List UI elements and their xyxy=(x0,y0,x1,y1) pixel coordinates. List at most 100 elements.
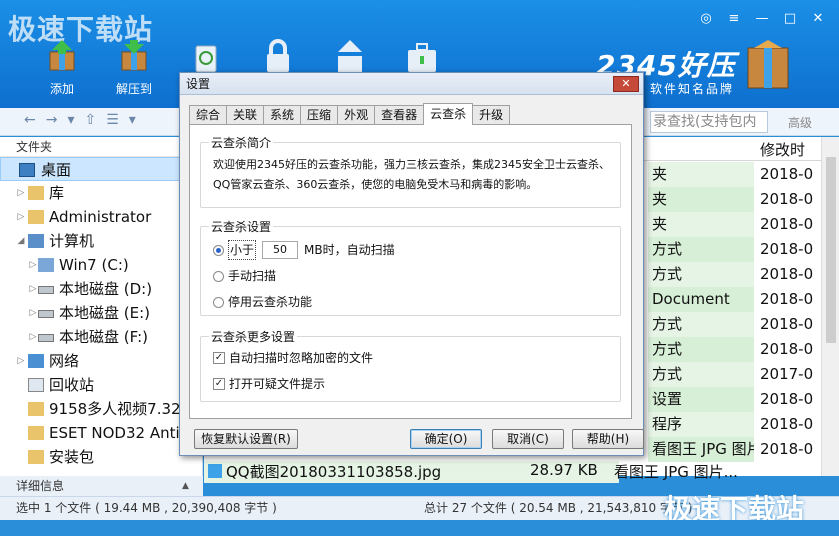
extract-button[interactable]: 解压到 xyxy=(104,12,164,100)
advanced-search-link[interactable]: 高级 xyxy=(788,114,812,131)
file-type-cell: 方式 xyxy=(648,362,754,387)
more-settings-group: 云查杀更多设置 ✓ 自动扫描时忽略加密的文件 ✓ 打开可疑文件提示 xyxy=(200,328,621,402)
minimize-button[interactable]: — xyxy=(751,10,773,28)
toolbox-icon xyxy=(408,43,436,72)
cloud-scan-panel: 云查杀简介 欢迎使用2345好压的云查杀功能，强力三核云查杀，集成2345安全卫… xyxy=(189,124,632,419)
option-ignore-encrypted[interactable]: ✓ 自动扫描时忽略加密的文件 xyxy=(213,349,373,367)
tree-item-network[interactable]: ▷ 网络 xyxy=(0,349,202,373)
tab-appearance[interactable]: 外观 xyxy=(337,105,376,125)
expand-arrow-icon[interactable]: ▷ xyxy=(28,253,38,277)
size-limit-input[interactable]: 50 xyxy=(262,241,299,259)
file-type-cell: 夹 xyxy=(648,187,754,212)
option-disable-scan[interactable]: 停用云查杀功能 xyxy=(213,293,312,311)
tree-item-computer[interactable]: ◢ 计算机 xyxy=(0,229,202,253)
app-window: 极速下载站 添加 解压到 2345好压 软件知名品牌 ◎ ≡ — □ ✕ ← →… xyxy=(0,0,839,536)
lock-icon xyxy=(267,39,289,72)
folder-tree-pane: 文件夹 桌面 ▷ 库 ▷ Administrator ◢ 计算机 ▷ Win7 … xyxy=(0,137,203,476)
tree-item-library[interactable]: ▷ 库 xyxy=(0,181,202,205)
add-button[interactable]: 添加 xyxy=(32,12,92,100)
feedback-button[interactable]: ◎ xyxy=(695,10,717,28)
disk-icon xyxy=(38,286,54,294)
forward-arrow-icon[interactable]: → xyxy=(46,112,58,128)
intro-text: 欢迎使用2345好压的云查杀功能，强力三核云查杀，集成2345安全卫士云查杀、Q… xyxy=(213,158,610,191)
view-list-icon[interactable]: ☰ xyxy=(106,112,119,128)
radio-disable-scan[interactable] xyxy=(213,296,224,308)
expand-arrow-icon[interactable]: ▷ xyxy=(28,325,38,349)
detail-toggle[interactable]: 详细信息 ▲ xyxy=(0,476,203,496)
file-date-cell: 2018-0 xyxy=(760,340,814,358)
checkbox-ignore-encrypted[interactable]: ✓ xyxy=(213,352,225,364)
help-button[interactable]: 帮助(H) xyxy=(572,429,644,449)
file-row-last[interactable]: QQ截图20180331103858.jpg 28.97 KB 看图王 JPG … xyxy=(204,461,738,483)
file-type-cell: 夹 xyxy=(648,212,754,237)
tab-viewer[interactable]: 查看器 xyxy=(374,105,425,125)
radio-manual-scan[interactable] xyxy=(213,270,224,282)
tree-item-user[interactable]: ▷ Administrator xyxy=(0,205,202,229)
tree-item-folder[interactable]: 9158多人视频7.32 xyxy=(0,397,202,421)
disk-icon xyxy=(38,310,54,318)
tree-item-recycle[interactable]: 回收站 xyxy=(0,373,202,397)
drive-icon xyxy=(38,258,54,272)
dropdown-icon[interactable]: ▾ xyxy=(67,112,74,128)
file-date-cell: 2017-0 xyxy=(760,365,814,383)
expand-arrow-icon[interactable]: ▷ xyxy=(16,181,26,205)
radio-auto-scan[interactable] xyxy=(213,244,224,256)
dialog-close-button[interactable]: ✕ xyxy=(613,76,639,92)
library-icon xyxy=(28,186,44,200)
intro-group: 云查杀简介 欢迎使用2345好压的云查杀功能，强力三核云查杀，集成2345安全卫… xyxy=(200,134,621,208)
file-date-cell: 2018-0 xyxy=(760,315,814,333)
collapse-up-icon[interactable]: ▲ xyxy=(182,476,189,496)
option-auto-scan[interactable]: 小于 50 MB时，自动扫描 xyxy=(213,240,395,260)
close-button[interactable]: ✕ xyxy=(807,10,829,28)
column-modified[interactable]: 修改时 xyxy=(760,139,805,160)
collapse-arrow-icon[interactable]: ◢ xyxy=(16,229,26,253)
add-archive-icon xyxy=(49,40,75,71)
tree-item-drive-e[interactable]: ▷ 本地磁盘 (E:) xyxy=(0,301,202,325)
up-folder-icon[interactable]: ⇧ xyxy=(85,112,97,128)
tab-general[interactable]: 综合 xyxy=(189,105,228,125)
checkbox-suspicious-tip[interactable]: ✓ xyxy=(213,378,225,390)
expand-arrow-icon[interactable]: ▷ xyxy=(16,205,26,229)
image-file-icon xyxy=(208,464,222,478)
file-date-cell: 2018-0 xyxy=(760,165,814,183)
tab-compress[interactable]: 压缩 xyxy=(300,105,339,125)
add-label: 添加 xyxy=(49,82,74,96)
tab-cloud-scan[interactable]: 云查杀 xyxy=(423,103,474,125)
tab-association[interactable]: 关联 xyxy=(226,105,265,125)
search-input[interactable]: 录查找(支持包内 xyxy=(650,111,768,133)
file-date-cell: 2018-0 xyxy=(760,440,814,458)
maximize-button[interactable]: □ xyxy=(779,10,801,28)
scan-settings-title: 云查杀设置 xyxy=(209,218,274,235)
extract-label: 解压到 xyxy=(115,82,152,96)
tree-item-folder[interactable]: 安装包 xyxy=(0,445,202,469)
vertical-scrollbar[interactable] xyxy=(821,137,839,476)
extract-archive-icon xyxy=(121,40,147,71)
file-date-cell: 2018-0 xyxy=(760,390,814,408)
cancel-button[interactable]: 取消(C) xyxy=(492,429,564,449)
restore-defaults-button[interactable]: 恢复默认设置(R) xyxy=(194,429,298,449)
tree-item-folder[interactable]: ESET NOD32 Anti xyxy=(0,421,202,445)
folder-icon xyxy=(28,426,44,440)
ok-button[interactable]: 确定(O) xyxy=(410,429,482,449)
tree-item-drive-c[interactable]: ▷ Win7 (C:) xyxy=(0,253,202,277)
scrollbar-thumb[interactable] xyxy=(826,157,836,343)
settings-dialog: 设置 ✕ 综合 关联 系统 压缩 外观 查看器 云查杀 升级 云查杀简介 欢迎使… xyxy=(179,72,644,456)
expand-arrow-icon[interactable]: ▷ xyxy=(16,349,26,373)
tab-upgrade[interactable]: 升级 xyxy=(472,105,511,125)
option-suspicious-tip[interactable]: ✓ 打开可疑文件提示 xyxy=(213,375,325,393)
folder-icon xyxy=(28,450,44,464)
view-dropdown-icon[interactable]: ▾ xyxy=(129,112,136,128)
tree-item-drive-f[interactable]: ▷ 本地磁盘 (F:) xyxy=(0,325,202,349)
back-arrow-icon[interactable]: ← xyxy=(24,112,36,128)
option-manual-scan[interactable]: 手动扫描 xyxy=(213,267,276,285)
file-type-cell: 夹 xyxy=(648,162,754,187)
tree-item-desktop[interactable]: 桌面 xyxy=(0,157,202,181)
tree-item-drive-d[interactable]: ▷ 本地磁盘 (D:) xyxy=(0,277,202,301)
menu-button[interactable]: ≡ xyxy=(723,10,745,28)
expand-arrow-icon[interactable]: ▷ xyxy=(28,301,38,325)
file-date-cell: 2018-0 xyxy=(760,265,814,283)
tab-system[interactable]: 系统 xyxy=(263,105,302,125)
disk-icon xyxy=(38,334,54,342)
expand-arrow-icon[interactable]: ▷ xyxy=(28,277,38,301)
scan-settings-group: 云查杀设置 小于 50 MB时，自动扫描 手动扫描 停用云查杀功能 xyxy=(200,218,621,316)
